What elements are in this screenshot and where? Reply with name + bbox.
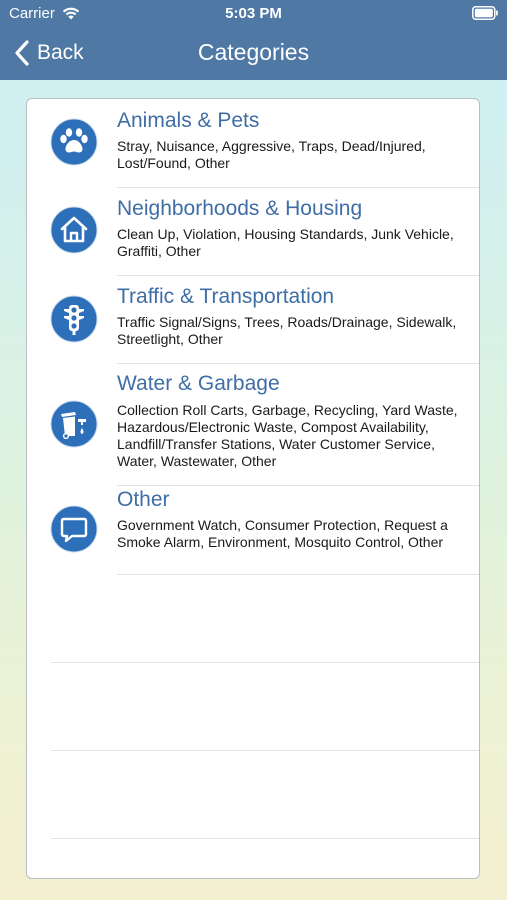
row-divider <box>51 838 479 839</box>
battery-icon <box>472 6 498 20</box>
status-time: 5:03 PM <box>225 5 282 22</box>
category-row-traffic-transportation[interactable]: Traffic & Transportation Traffic Signal/… <box>27 276 479 364</box>
category-title: Other <box>117 488 170 511</box>
row-divider <box>117 574 479 575</box>
category-row-animals-pets[interactable]: Animals & Pets Stray, Nuisance, Aggressi… <box>27 99 479 187</box>
category-title: Traffic & Transportation <box>117 285 335 308</box>
row-divider <box>51 662 479 663</box>
paw-icon <box>50 118 98 166</box>
category-description: Traffic Signal/Signs, Trees, Roads/Drain… <box>117 314 457 347</box>
category-description: Clean Up, Violation, Housing Standards, … <box>117 226 454 259</box>
status-bar: Carrier 5:03 PM <box>0 0 507 28</box>
category-description: Stray, Nuisance, Aggressive, Traps, Dead… <box>117 138 426 171</box>
page-title: Categories <box>197 39 310 65</box>
row-divider <box>51 750 479 751</box>
category-row-neighborhoods-housing[interactable]: Neighborhoods & Housing Clean Up, Violat… <box>27 188 479 275</box>
category-description: Collection Roll Carts, Garbage, Recyclin… <box>117 402 458 469</box>
category-title: Water & Garbage <box>117 372 280 395</box>
category-description: Government Watch, Consumer Protection, R… <box>117 517 448 550</box>
category-row-water-garbage[interactable]: Water & Garbage Collection Roll Carts, G… <box>27 364 479 485</box>
category-title: Neighborhoods & Housing <box>117 197 363 220</box>
speech-bubble-icon <box>50 505 98 553</box>
categories-list: Animals & Pets Stray, Nuisance, Aggressi… <box>26 98 480 879</box>
house-icon <box>50 206 98 254</box>
category-row-other[interactable]: Other Government Watch, Consumer Protect… <box>27 486 479 574</box>
navigation-bar: Carrier 5:03 PM Back Categories <box>0 0 507 80</box>
trash-water-icon <box>50 400 98 448</box>
traffic-light-icon <box>50 295 98 343</box>
category-title: Animals & Pets <box>117 109 260 132</box>
